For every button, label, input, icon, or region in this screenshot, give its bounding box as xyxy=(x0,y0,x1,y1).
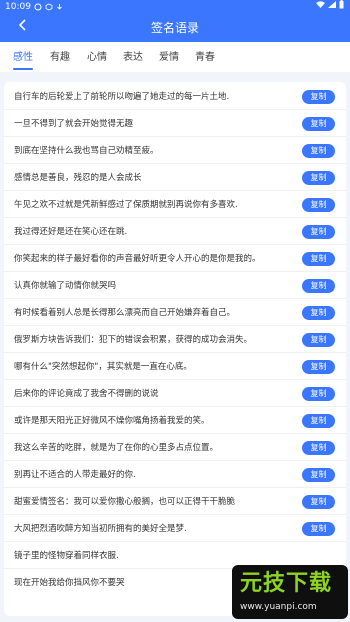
status-right xyxy=(316,0,344,9)
quote-text: 哪有什么"突然想起你"，其实就是一直在心底。 xyxy=(14,362,192,372)
list-item: 有时候看着别人总是长得那么漂亮而自己开始嫌弃着自己。 复制 xyxy=(4,300,346,326)
list-item: 后来你的评论竟成了我舍不得删的说说 复制 xyxy=(4,381,346,407)
quote-text: 感情总是善良，残忍的是人会成长 xyxy=(14,173,142,183)
copy-button[interactable]: 复制 xyxy=(302,306,335,320)
nav-bar: 签名语录 xyxy=(0,14,350,42)
quote-text: 甜蜜爱情签名：我可以爱你撒心般搁，也可以正得干干脆脆 xyxy=(14,497,236,507)
active-tab-indicator xyxy=(13,68,33,70)
page-title: 签名语录 xyxy=(150,21,199,35)
category-tabs: 感性 有趣 心情 表达 爱情 青春 xyxy=(0,42,350,72)
copy-button[interactable]: 复制 xyxy=(302,252,335,266)
quote-text: 有时候看着别人总是长得那么漂亮而自己开始嫌弃着自己。 xyxy=(14,308,236,318)
quote-text: 后来你的评论竟成了我舍不得删的说说 xyxy=(14,389,159,399)
tab-xinqing[interactable]: 心情 xyxy=(87,42,107,72)
list-item: 一旦不得到了就会开始觉得无趣 复制 xyxy=(4,111,346,137)
list-item: 哪有什么"突然想起你"，其实就是一直在心底。 复制 xyxy=(4,354,346,380)
quote-text: 大风把烈酒吹醉方知当初所拥有的美好全是梦. xyxy=(14,524,187,534)
quote-text: 自行车的后轮爱上了前轮所以吻遍了她走过的每一片土地. xyxy=(14,92,230,102)
wifi-icon xyxy=(316,1,325,8)
copy-button[interactable]: 复制 xyxy=(302,117,335,131)
list-item: 到底在坚持什么我也骂自己劝精至疲。 复制 xyxy=(4,138,346,164)
copy-button[interactable]: 复制 xyxy=(302,279,335,293)
quote-list: 自行车的后轮爱上了前轮所以吻遍了她走过的每一片土地. 复制 一旦不得到了就会开始觉… xyxy=(4,82,346,616)
status-time: 10:09 xyxy=(5,2,31,12)
copy-button[interactable]: 复制 xyxy=(302,468,335,482)
list-item: 你笑起来的样子最好看你的声音最好听更令人开心的是你是我的。 复制 xyxy=(4,246,346,272)
tab-youqu[interactable]: 有趣 xyxy=(50,42,70,72)
download-status-icon xyxy=(57,4,62,10)
copy-button[interactable]: 复制 xyxy=(302,414,335,428)
status-left: 10:09 xyxy=(5,0,63,14)
copy-button[interactable]: 复制 xyxy=(302,90,335,104)
tab-aiqing[interactable]: 爱情 xyxy=(159,42,179,72)
list-item: 别再让不适合的人带走最好的你. 复制 xyxy=(4,462,346,488)
copy-button[interactable]: 复制 xyxy=(302,387,335,401)
list-item: 认真你就输了动情你就哭吗 复制 xyxy=(4,273,346,299)
copy-button[interactable]: 复制 xyxy=(302,225,335,239)
tab-qingchun[interactable]: 青春 xyxy=(195,42,215,72)
quote-text: 到底在坚持什么我也骂自己劝精至疲。 xyxy=(14,146,159,156)
copy-button[interactable]: 复制 xyxy=(302,360,335,374)
quote-text: 我过得还好是还在笑心还在跳. xyxy=(14,227,128,237)
copy-button[interactable]: 复制 xyxy=(302,171,335,185)
list-item: 我这么辛苦的吃胖，就是为了在你的心里多占点位置。 复制 xyxy=(4,435,346,461)
watermark-logo: 元技下载 www.yuanpi.com xyxy=(232,565,348,619)
cube-icon xyxy=(45,3,53,11)
list-item: 午见之欢不过就是凭新鲜感过了保质期就别再说你有多喜欢. 复制 xyxy=(4,192,346,218)
watermark-url: www.yuanpi.com xyxy=(240,602,317,612)
list-item: 甜蜜爱情签名：我可以爱你撒心般搁，也可以正得干干脆脆 复制 xyxy=(4,489,346,515)
watermark-name: 元技下载 xyxy=(240,571,333,596)
list-item: 或许是那天阳光正好微风不燥你嘴角扬着我爱的笑。 复制 xyxy=(4,408,346,434)
tab-biaoda[interactable]: 表达 xyxy=(123,42,143,72)
copy-button[interactable]: 复制 xyxy=(302,522,335,536)
signal-icon xyxy=(328,1,336,8)
copy-button[interactable]: 复制 xyxy=(302,441,335,455)
quote-text: 认真你就输了动情你就哭吗 xyxy=(14,281,117,291)
quote-text: 俄罗斯方块告诉我们：犯下的错误会积累，获得的成功会消失。 xyxy=(14,335,253,345)
list-item: 我过得还好是还在笑心还在跳. 复制 xyxy=(4,219,346,245)
quote-text: 午见之欢不过就是凭新鲜感过了保质期就别再说你有多喜欢. xyxy=(14,200,238,210)
copy-button[interactable]: 复制 xyxy=(302,198,335,212)
quote-text: 一旦不得到了就会开始觉得无趣 xyxy=(14,119,134,129)
list-item: 感情总是善良，残忍的是人会成长 复制 xyxy=(4,165,346,191)
quote-text: 镜子里的怪物穿着同样衣服. xyxy=(14,551,119,561)
list-item: 俄罗斯方块告诉我们：犯下的错误会积累，获得的成功会消失。 复制 xyxy=(4,327,346,353)
battery-icon xyxy=(339,0,344,9)
status-bar: 10:09 xyxy=(0,0,350,14)
copy-button[interactable]: 复制 xyxy=(302,144,335,158)
quote-text: 你笑起来的样子最好看你的声音最好听更令人开心的是你是我的。 xyxy=(14,254,261,264)
quote-text: 我这么辛苦的吃胖，就是为了在你的心里多占点位置。 xyxy=(14,443,219,453)
list-item: 自行车的后轮爱上了前轮所以吻遍了她走过的每一片土地. 复制 xyxy=(4,84,346,110)
quote-text: 或许是那天阳光正好微风不燥你嘴角扬着我爱的笑。 xyxy=(14,416,210,426)
copy-button[interactable]: 复制 xyxy=(302,333,335,347)
copy-button[interactable]: 复制 xyxy=(302,495,335,509)
notification-icon xyxy=(34,3,42,11)
app-header: 10:09 签名语录 xyxy=(0,0,350,42)
quote-text: 别再让不适合的人带走最好的你. xyxy=(14,470,136,480)
list-item: 大风把烈酒吹醉方知当初所拥有的美好全是梦. 复制 xyxy=(4,516,346,542)
